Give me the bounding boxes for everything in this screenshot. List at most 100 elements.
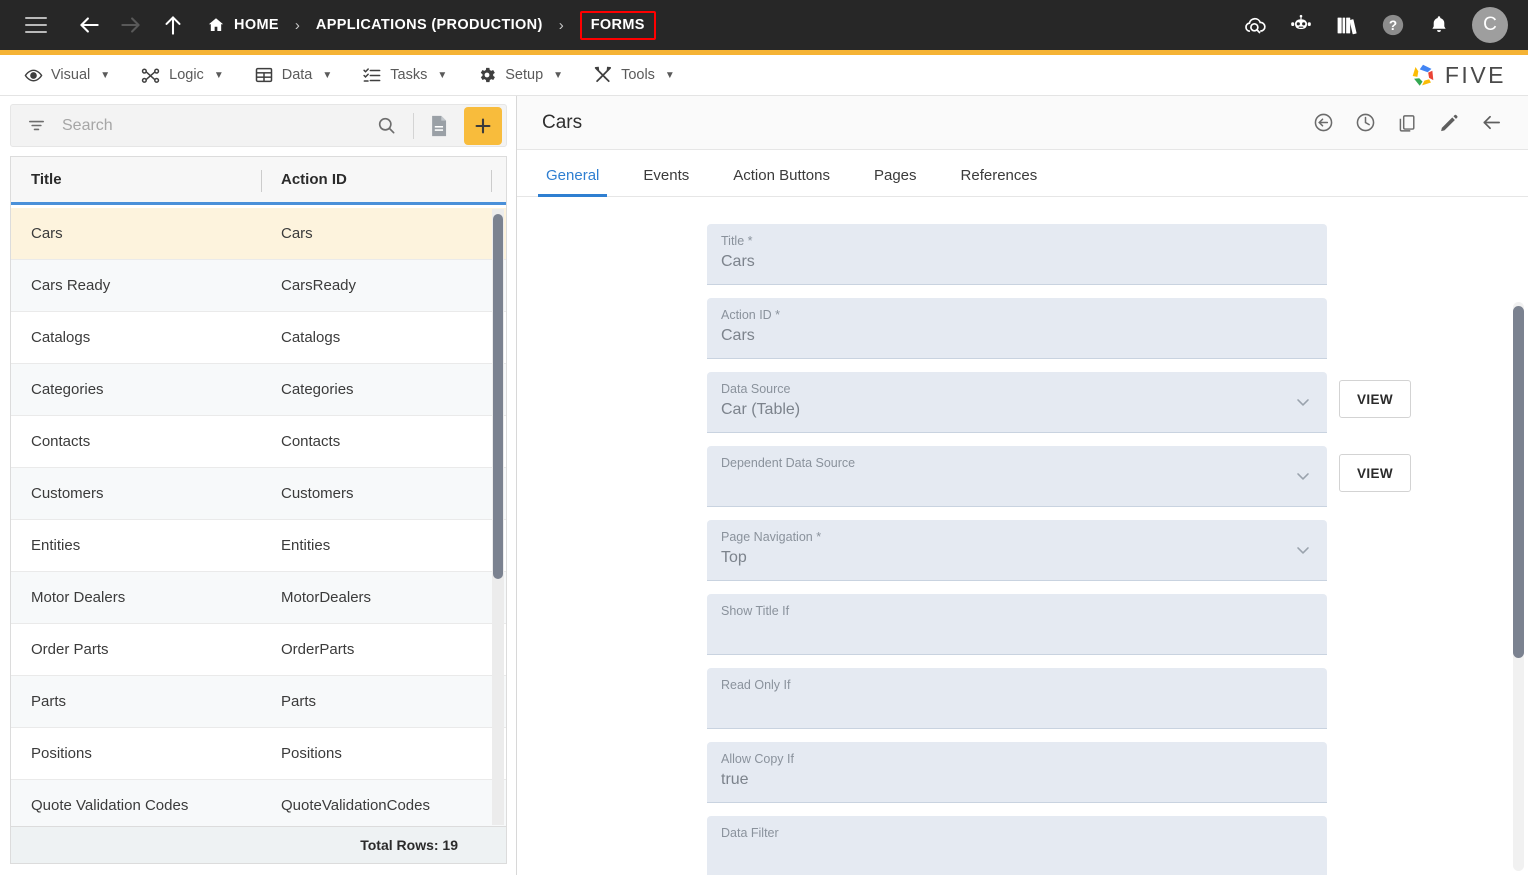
- field-page-navigation[interactable]: Page Navigation * Top: [707, 520, 1327, 581]
- form-scroll-area[interactable]: Title * Cars Action ID * Cars Data Source Car…: [517, 198, 1528, 875]
- view-button-data-source[interactable]: VIEW: [1339, 380, 1411, 418]
- cloud-search-button[interactable]: [1234, 4, 1276, 46]
- cell-title: Quote Validation Codes: [31, 797, 189, 814]
- chevron-down-icon: ▼: [100, 69, 111, 81]
- field-dropdown-toggle[interactable]: [1293, 466, 1313, 491]
- table-row[interactable]: Motor Dealers MotorDealers: [11, 572, 506, 624]
- grid-body[interactable]: Cars Cars Cars Ready CarsReady Catalogs Catal…: [11, 208, 506, 826]
- menu-item-tasks[interactable]: Tasks ▼: [352, 65, 457, 85]
- cell-title: Cars: [31, 225, 63, 242]
- cell-title: Parts: [31, 693, 67, 710]
- chevron-down-icon: [1297, 547, 1309, 554]
- tab-general[interactable]: General: [537, 167, 608, 197]
- field-dropdown-toggle[interactable]: [1293, 392, 1313, 417]
- nav-forward-button[interactable]: [111, 5, 151, 45]
- breadcrumb-item-applications[interactable]: APPLICATIONS (PRODUCTION): [316, 17, 543, 33]
- user-avatar[interactable]: C: [1472, 7, 1508, 43]
- menu-item-data[interactable]: Data ▼: [244, 65, 343, 85]
- five-pinwheel-icon: [1412, 64, 1434, 86]
- list-scrollbar-thumb[interactable]: [493, 214, 503, 579]
- breadcrumb: HOME › APPLICATIONS (PRODUCTION) › FORMS: [207, 10, 656, 40]
- tab-events[interactable]: Events: [639, 167, 693, 196]
- field-data-filter[interactable]: Data Filter: [707, 816, 1327, 875]
- document-icon[interactable]: [420, 114, 458, 138]
- cell-action-id: Customers: [281, 485, 354, 502]
- table-row[interactable]: Cars Ready CarsReady: [11, 260, 506, 312]
- menu-label-tools: Tools: [621, 67, 655, 83]
- hamburger-menu-icon[interactable]: [25, 17, 47, 33]
- table-row[interactable]: Cars Cars: [11, 208, 506, 260]
- column-header-action-id[interactable]: Action ID: [261, 157, 506, 202]
- edit-button[interactable]: [1434, 108, 1464, 138]
- plus-icon: [475, 118, 491, 133]
- breadcrumb-label-forms: FORMS: [590, 16, 645, 33]
- library-books-button[interactable]: [1326, 4, 1368, 46]
- form-field-row: Action ID * Cars: [707, 298, 1528, 359]
- form-field-row: Title * Cars: [707, 224, 1528, 285]
- menu-item-setup[interactable]: Setup ▼: [467, 65, 573, 85]
- menu-item-visual[interactable]: Visual ▼: [14, 66, 120, 85]
- form-field-row: Page Navigation * Top: [707, 520, 1528, 581]
- field-label: Show Title If: [721, 604, 790, 618]
- field-action-id[interactable]: Action ID * Cars: [707, 298, 1327, 359]
- add-form-button[interactable]: [464, 106, 502, 145]
- history-button[interactable]: [1350, 108, 1380, 138]
- tab-references[interactable]: References: [957, 167, 1042, 196]
- search-input[interactable]: [62, 116, 366, 135]
- field-allow-copy-if[interactable]: Allow Copy If true: [707, 742, 1327, 803]
- field-label: Data Filter: [721, 826, 779, 840]
- table-row[interactable]: Positions Positions: [11, 728, 506, 780]
- eye-icon: [24, 66, 43, 85]
- form-field-row: Data Filter: [707, 816, 1528, 875]
- form-scrollbar-thumb[interactable]: [1513, 306, 1524, 658]
- field-title[interactable]: Title * Cars: [707, 224, 1327, 285]
- tab-action-buttons[interactable]: Action Buttons: [729, 167, 834, 196]
- field-read-only-if[interactable]: Read Only If: [707, 668, 1327, 729]
- help-button[interactable]: ?: [1372, 4, 1414, 46]
- menu-item-logic[interactable]: Logic ▼: [130, 65, 234, 86]
- nav-up-button[interactable]: [153, 5, 193, 45]
- close-detail-button[interactable]: [1476, 108, 1506, 138]
- field-show-title-if[interactable]: Show Title If: [707, 594, 1327, 655]
- cell-title: Order Parts: [31, 641, 109, 658]
- filter-icon[interactable]: [27, 116, 46, 135]
- tab-pages[interactable]: Pages: [870, 167, 921, 196]
- field-dependent-data-source[interactable]: Dependent Data Source: [707, 446, 1327, 507]
- table-row[interactable]: Contacts Contacts: [11, 416, 506, 468]
- search-bar: [10, 104, 507, 147]
- breadcrumb-separator: ›: [294, 16, 300, 34]
- cell-action-id: Categories: [281, 381, 354, 398]
- table-row[interactable]: Order Parts OrderParts: [11, 624, 506, 676]
- table-row[interactable]: Categories Categories: [11, 364, 506, 416]
- back-arrow-icon: [1482, 115, 1500, 130]
- five-logo[interactable]: FIVE: [1408, 60, 1506, 90]
- undo-button[interactable]: [1308, 108, 1338, 138]
- column-divider-2[interactable]: [491, 170, 492, 192]
- field-label: Action ID *: [721, 308, 781, 322]
- field-data-source[interactable]: Data Source Car (Table): [707, 372, 1327, 433]
- view-button-dependent-data-source[interactable]: VIEW: [1339, 454, 1411, 492]
- notifications-button[interactable]: [1418, 4, 1460, 46]
- chevron-down-icon: [1297, 399, 1309, 406]
- column-header-title[interactable]: Title: [11, 157, 261, 202]
- menu-item-tools[interactable]: Tools ▼: [583, 65, 685, 85]
- duplicate-button[interactable]: [1392, 108, 1422, 138]
- table-row[interactable]: Parts Parts: [11, 676, 506, 728]
- table-row[interactable]: Entities Entities: [11, 520, 506, 572]
- chevron-down-icon: ▼: [322, 69, 333, 81]
- search-icon[interactable]: [366, 115, 407, 136]
- breadcrumb-item-home[interactable]: HOME: [207, 16, 279, 34]
- column-divider-1[interactable]: [261, 170, 262, 192]
- help-icon: ?: [1382, 14, 1404, 36]
- breadcrumb-separator-2: ›: [558, 16, 564, 34]
- table-row[interactable]: Customers Customers: [11, 468, 506, 520]
- cell-action-id: Contacts: [281, 433, 341, 450]
- table-row[interactable]: Quote Validation Codes QuoteValidationCod…: [11, 780, 506, 826]
- nav-back-button[interactable]: [69, 5, 109, 45]
- field-dropdown-toggle[interactable]: [1293, 540, 1313, 565]
- field-label: Data Source: [721, 382, 791, 396]
- svg-text:?: ?: [1389, 18, 1397, 33]
- breadcrumb-item-forms[interactable]: FORMS: [579, 10, 656, 40]
- table-row[interactable]: Catalogs Catalogs: [11, 312, 506, 364]
- robot-assistant-button[interactable]: [1280, 4, 1322, 46]
